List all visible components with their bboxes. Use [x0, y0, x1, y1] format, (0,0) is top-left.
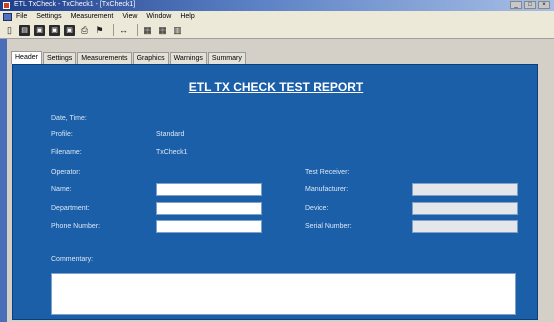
department-field[interactable] — [156, 202, 262, 215]
close-button[interactable]: × — [538, 1, 550, 9]
serial-number-field[interactable] — [412, 220, 518, 233]
phone-number-label: Phone Number: — [51, 223, 101, 230]
window-title: ETL TxCheck - TxCheck1 - [TxCheck1] — [14, 1, 136, 8]
device-label: Device: — [305, 205, 329, 212]
document-icon[interactable] — [3, 12, 12, 21]
app-icon — [3, 2, 10, 9]
measure-icon[interactable]: ⚑ — [94, 25, 105, 36]
report-icon[interactable]: ▥ — [172, 25, 183, 36]
menu-bar: File Settings Measurement View Window He… — [0, 11, 554, 22]
profile-value: Standard — [156, 131, 185, 138]
serial-number-label: Serial Number: — [305, 223, 352, 230]
filename-label: Filename: — [51, 149, 82, 156]
range-icon[interactable]: ↔ — [118, 25, 129, 36]
chart-icon[interactable]: ▦ — [142, 25, 153, 36]
manufacturer-label: Manufacturer: — [305, 186, 349, 193]
tab-warnings[interactable]: Warnings — [169, 52, 207, 64]
window-controls: _ □ × — [510, 1, 550, 9]
date-time-label: Date, Time: — [51, 115, 87, 122]
phone-number-field[interactable] — [156, 220, 262, 233]
mdi-side-strip — [0, 39, 7, 322]
menu-view[interactable]: View — [122, 13, 137, 20]
tab-measurements[interactable]: Measurements — [77, 52, 132, 64]
toolbar-separator — [113, 24, 114, 36]
test-receiver-label: Test Receiver: — [305, 169, 350, 176]
print-icon[interactable]: ⎙ — [79, 25, 90, 36]
profile-label: Profile: — [51, 131, 73, 138]
name-label: Name: — [51, 186, 72, 193]
menu-file[interactable]: File — [16, 13, 27, 20]
commentary-label: Commentary: — [51, 256, 94, 263]
toolbar: ▯ ▤ ▣ ▣ ▣ ⎙ ⚑ ↔ ▦ ▦ ▥ — [0, 22, 554, 39]
menu-settings[interactable]: Settings — [36, 13, 61, 20]
maximize-button[interactable]: □ — [524, 1, 536, 9]
operator-label: Operator: — [51, 169, 81, 176]
tab-summary[interactable]: Summary — [207, 52, 246, 64]
new-icon[interactable]: ▯ — [4, 25, 15, 36]
grid-icon[interactable]: ▦ — [157, 25, 168, 36]
save-as-icon[interactable]: ▣ — [49, 24, 60, 36]
report-title: ETL TX CHECK TEST REPORT — [188, 80, 364, 94]
minimize-button[interactable]: _ — [510, 1, 522, 9]
report-panel: ETL TX CHECK TEST REPORT Date, Time: Pro… — [12, 64, 538, 320]
menu-measurement[interactable]: Measurement — [71, 13, 114, 20]
tab-header[interactable]: Header — [11, 51, 42, 64]
manufacturer-field[interactable] — [412, 183, 518, 196]
name-field[interactable] — [156, 183, 262, 196]
save-all-icon[interactable]: ▣ — [64, 24, 75, 36]
commentary-textarea[interactable] — [51, 273, 516, 315]
menu-help[interactable]: Help — [180, 13, 194, 20]
filename-value: TxCheck1 — [156, 149, 188, 156]
menu-window[interactable]: Window — [146, 13, 171, 20]
toolbar-separator — [137, 24, 138, 36]
device-field[interactable] — [412, 202, 518, 215]
save-icon[interactable]: ▣ — [34, 24, 45, 36]
tab-settings[interactable]: Settings — [42, 52, 77, 64]
department-label: Department: — [51, 205, 90, 212]
tab-bar: Header Settings Measurements Graphics Wa… — [11, 51, 247, 64]
tab-graphics[interactable]: Graphics — [132, 52, 169, 64]
window-title-bar: ETL TxCheck - TxCheck1 - [TxCheck1] _ □ … — [0, 0, 554, 11]
open-icon[interactable]: ▤ — [19, 24, 30, 36]
